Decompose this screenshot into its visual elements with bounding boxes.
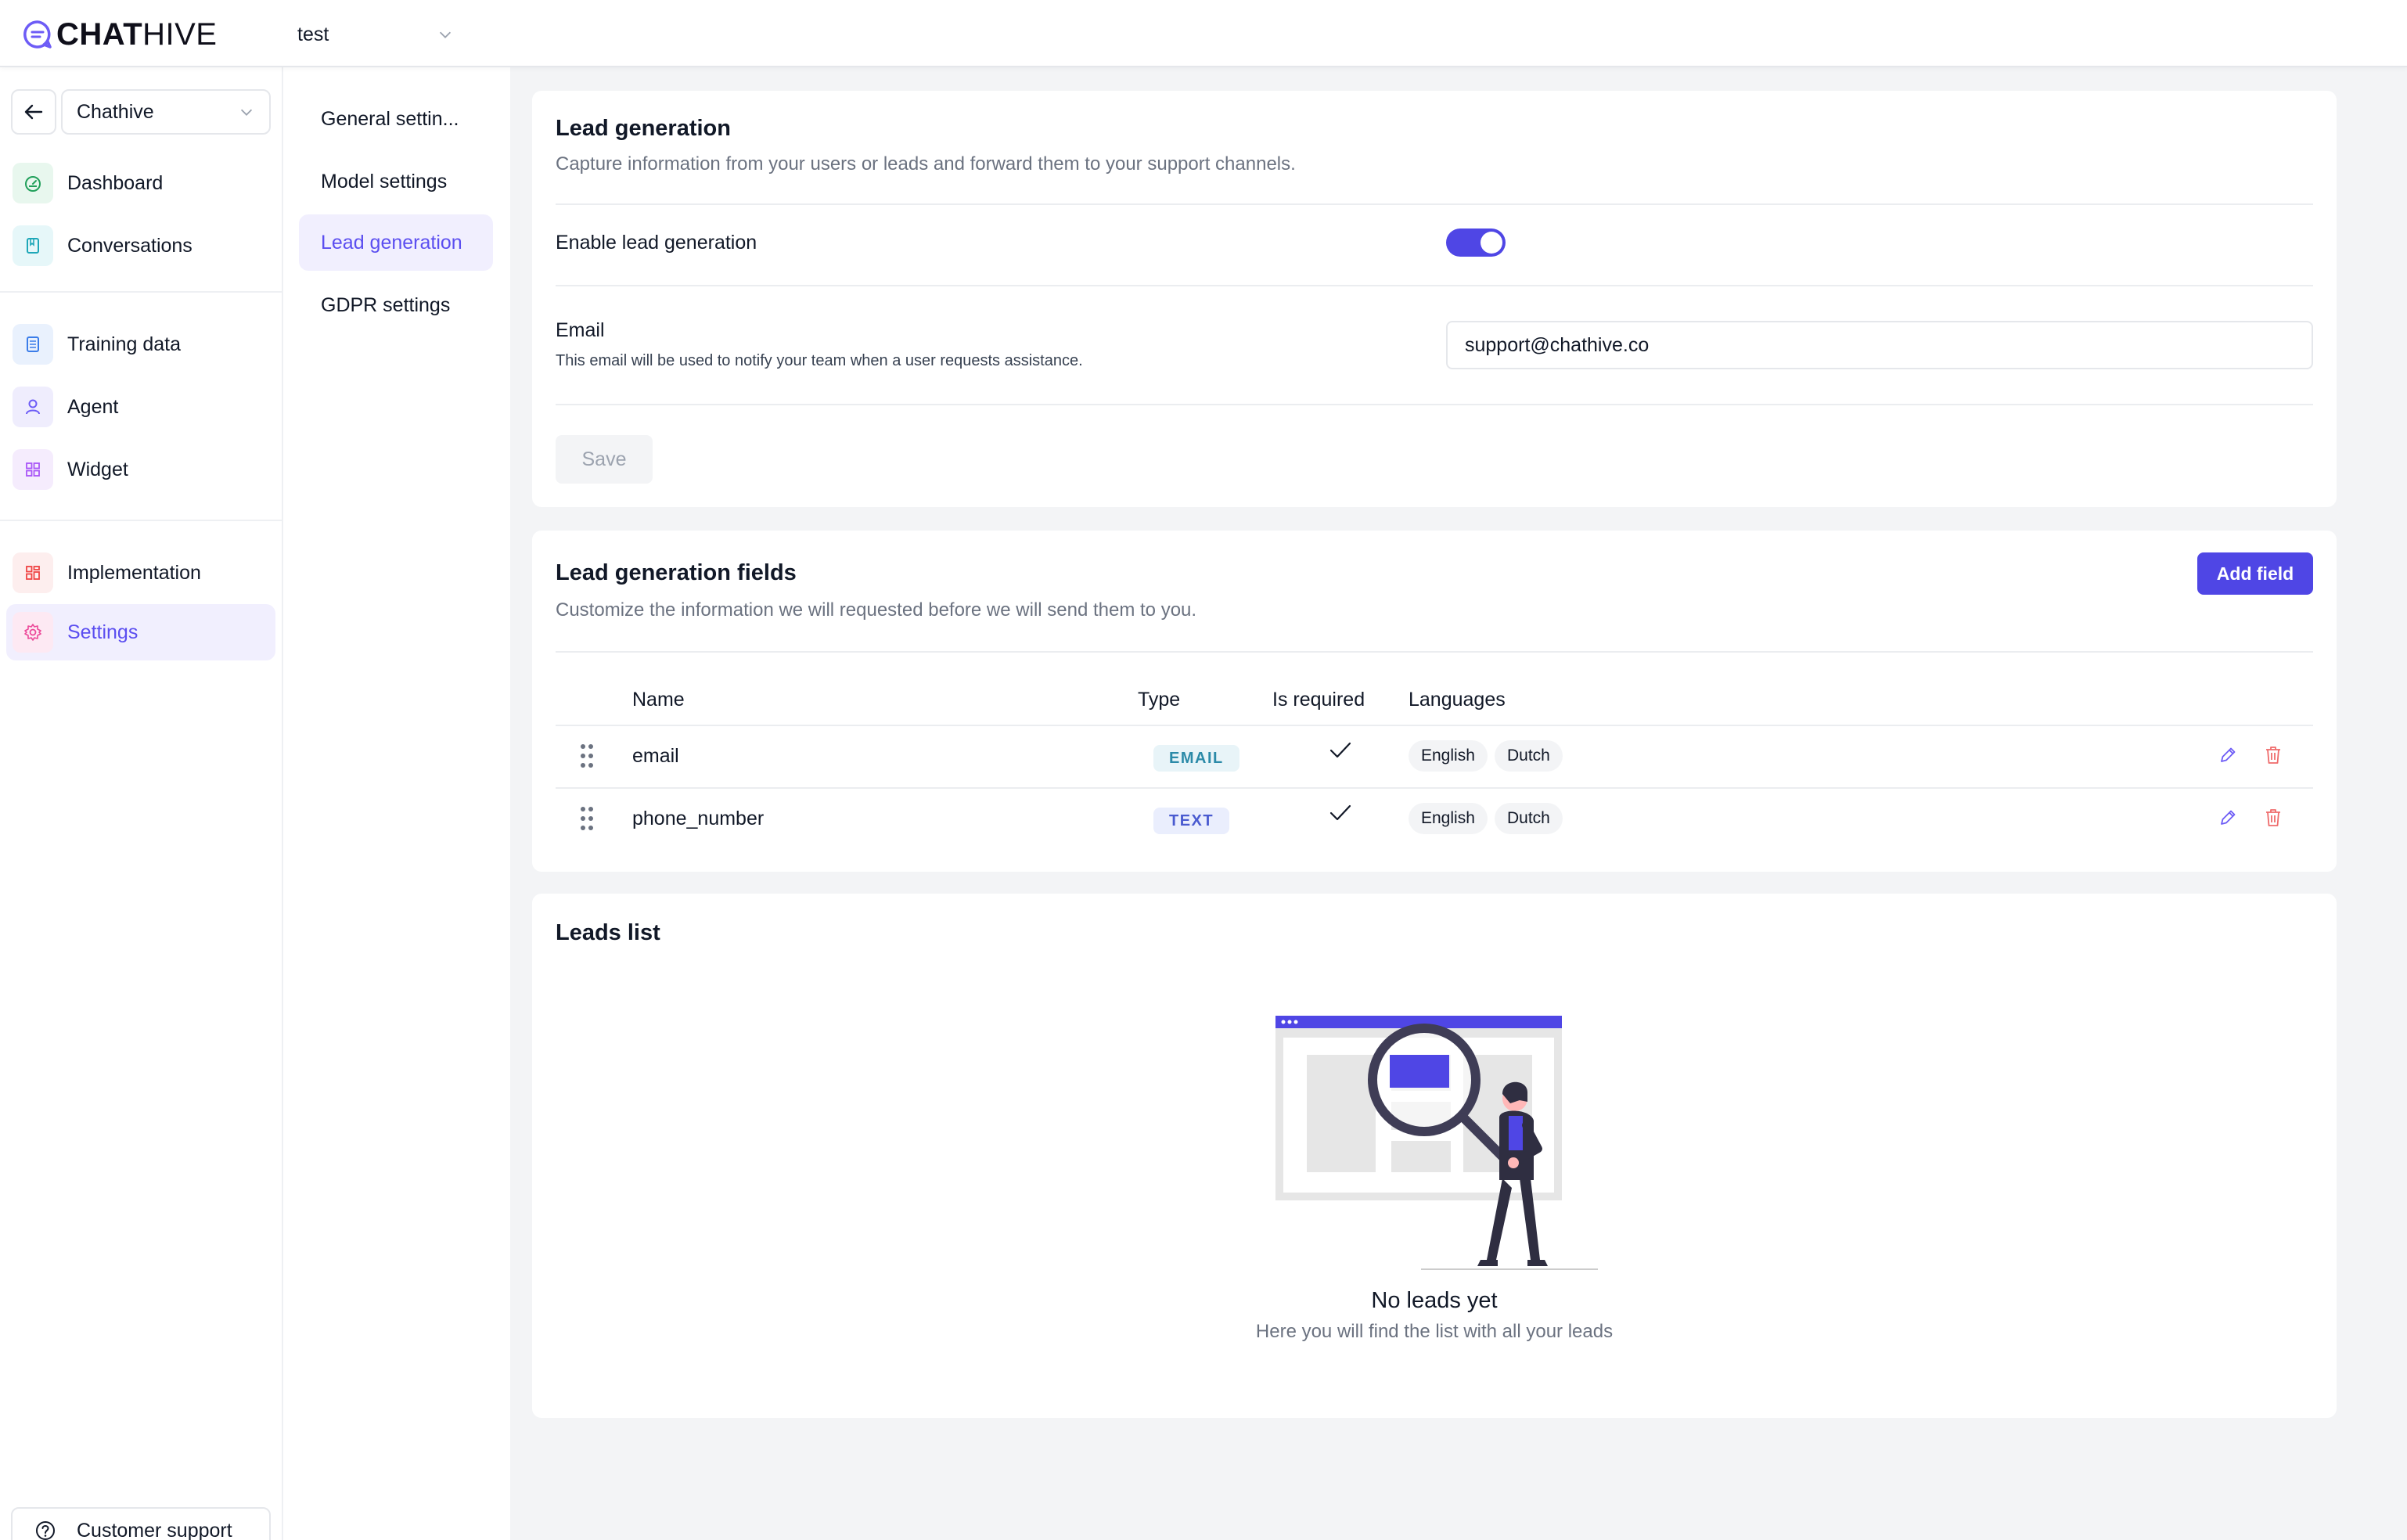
bot-select-value: Chathive [77, 100, 154, 123]
sidebar-item-dashboard[interactable]: Dashboard [6, 155, 275, 211]
chevron-down-icon [240, 109, 253, 116]
agent-icon [26, 399, 40, 415]
training-data-icon [27, 336, 39, 352]
empty-search-illustration [1275, 1016, 1598, 1270]
implementation-icon [26, 566, 40, 580]
sidebar-item-label: Agent [67, 395, 119, 418]
subnav-item-lead-generation[interactable]: Lead generation [299, 214, 493, 271]
top-bar: CHATHIVE test [0, 0, 2407, 67]
add-field-button[interactable]: Add field [2197, 552, 2313, 595]
subnav-item-model-settings[interactable]: Model settings [299, 153, 493, 210]
project-select-value: test [297, 23, 329, 45]
project-select[interactable]: test [297, 19, 454, 50]
subnav-item-label: Model settings [321, 170, 448, 192]
save-button[interactable]: Save [556, 435, 653, 484]
settings-subnav: General settin... Model settings Lead ge… [283, 67, 510, 1540]
column-header-languages: Languages [1409, 689, 1506, 711]
column-header-required: Is required [1272, 689, 1365, 711]
sidebar-divider [0, 520, 282, 521]
sidebar-item-label: Implementation [67, 561, 201, 584]
chevron-down-icon [439, 31, 452, 38]
sidebar-item-label: Conversations [67, 234, 192, 257]
chat-bubble-logo-icon [23, 20, 52, 49]
logo-text-bold: CHAT [56, 16, 143, 52]
lead-generation-title: Lead generation [556, 116, 731, 141]
sidebar-item-training-data[interactable]: Training data [6, 316, 275, 372]
field-name: email [632, 745, 679, 767]
lead-fields-subtitle: Customize the information we will reques… [556, 599, 1197, 621]
settings-icon [24, 624, 41, 641]
divider [556, 203, 2313, 205]
trash-icon[interactable] [2261, 806, 2285, 829]
divider [556, 651, 2313, 653]
subnav-item-label: General settin... [321, 107, 459, 130]
enable-lead-generation-toggle[interactable] [1446, 228, 1506, 257]
subnav-item-gdpr-settings[interactable]: GDPR settings [299, 277, 493, 333]
help-circle-icon [36, 1521, 55, 1540]
customer-support-label: Customer support [77, 1519, 232, 1540]
arrow-left-icon [24, 104, 43, 120]
lead-fields-card: Lead generation fields Customize the inf… [532, 531, 2337, 872]
sidebar-item-widget[interactable]: Widget [6, 441, 275, 498]
lead-fields-title: Lead generation fields [556, 560, 797, 585]
column-header-type: Type [1138, 689, 1181, 711]
trash-icon[interactable] [2261, 743, 2285, 767]
sidebar-item-implementation[interactable]: Implementation [6, 545, 275, 601]
leads-list-card: Leads list No leads yet Here you will fi… [532, 894, 2337, 1418]
type-badge: EMAIL [1153, 745, 1239, 772]
language-chip: English [1409, 803, 1488, 834]
chathive-logo[interactable]: CHATHIVE [22, 16, 217, 53]
sidebar-item-conversations[interactable]: Conversations [6, 218, 275, 274]
subnav-item-label: GDPR settings [321, 293, 451, 316]
logo-text-light: HIVE [142, 16, 218, 52]
lead-generation-subtitle: Capture information from your users or l… [556, 153, 1296, 175]
drag-handle-icon[interactable] [577, 804, 596, 833]
sidebar-divider [0, 291, 282, 293]
column-header-name: Name [632, 689, 685, 711]
type-badge: TEXT [1153, 808, 1230, 834]
subnav-item-general-settings[interactable]: General settin... [299, 91, 493, 147]
sidebar-item-label: Widget [67, 458, 128, 480]
dashboard-icon [25, 176, 41, 192]
field-name: phone_number [632, 808, 765, 829]
widget-icon [26, 462, 40, 477]
sidebar-item-agent[interactable]: Agent [6, 379, 275, 435]
sidebar: Chathive Dashboard Conversations Trainin… [0, 67, 283, 1540]
sidebar-item-label: Settings [67, 621, 139, 643]
main-content: Lead generation Capture information from… [510, 67, 2407, 1540]
empty-state-title: No leads yet [1371, 1288, 1498, 1313]
back-button[interactable] [11, 89, 56, 135]
leads-list-title: Leads list [556, 920, 660, 945]
sidebar-item-settings[interactable]: Settings [6, 604, 275, 660]
email-label: Email [556, 319, 605, 341]
drag-handle-icon[interactable] [577, 742, 596, 770]
edit-pencil-icon[interactable] [2216, 743, 2240, 767]
sidebar-item-label: Training data [67, 333, 181, 355]
sidebar-item-label: Dashboard [67, 171, 164, 194]
subnav-item-label: Lead generation [321, 231, 462, 254]
language-chip: English [1409, 740, 1488, 772]
divider [556, 404, 2313, 405]
customer-support-button[interactable]: Customer support [11, 1507, 271, 1540]
enable-lead-generation-label: Enable lead generation [556, 232, 757, 254]
bot-select[interactable]: Chathive [61, 89, 271, 135]
language-chip: Dutch [1495, 740, 1563, 772]
table-header-divider [556, 725, 2313, 726]
email-field[interactable] [1446, 321, 2313, 369]
empty-state-subtitle: Here you will find the list with all you… [1255, 1321, 1614, 1342]
email-help-text: This email will be used to notify your t… [556, 352, 1083, 369]
check-icon [1329, 742, 1351, 758]
conversations-icon [27, 238, 39, 254]
row-divider [556, 787, 2313, 789]
language-chip: Dutch [1495, 803, 1563, 834]
edit-pencil-icon[interactable] [2216, 806, 2240, 829]
check-icon [1329, 804, 1351, 821]
divider [556, 285, 2313, 286]
lead-generation-card: Lead generation Capture information from… [532, 91, 2337, 507]
